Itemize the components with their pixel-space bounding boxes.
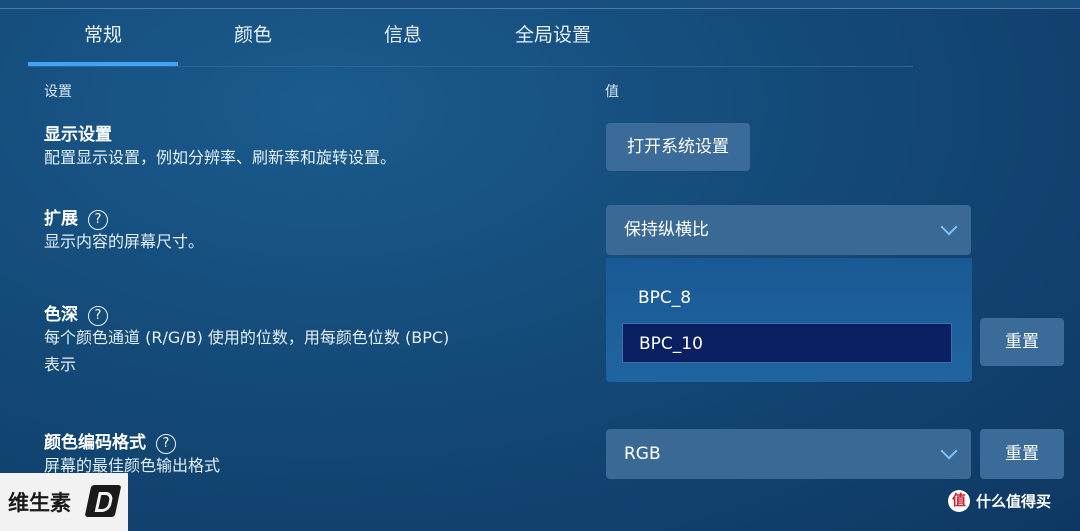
color-depth-title-row: 色深?: [44, 300, 108, 326]
tab-global-settings[interactable]: 全局设置: [478, 10, 628, 62]
brand-badge-icon: 值: [948, 490, 970, 512]
scaling-title: 扩展: [44, 209, 78, 229]
brand-logo-icon: [84, 485, 122, 517]
color-depth-reset-button[interactable]: 重置: [980, 318, 1064, 366]
scaling-title-row: 扩展?: [44, 204, 108, 230]
display-settings-description: 配置显示设置，例如分辨率、刷新率和旋转设置。: [44, 148, 397, 167]
help-icon[interactable]: ?: [88, 306, 108, 326]
chevron-down-icon: [940, 442, 958, 460]
help-icon[interactable]: ?: [88, 210, 108, 230]
open-system-settings-button[interactable]: 打开系统设置: [606, 123, 750, 171]
window-top-edge: [0, 0, 1080, 9]
color-depth-dropdown-list: BPC_8 BPC_10: [606, 258, 972, 382]
color-depth-description: 每个颜色通道 (R/G/B) 使用的位数，用每颜色位数 (BPC) 表示: [44, 324, 449, 378]
color-format-selected-value: RGB: [624, 444, 661, 464]
tab-general[interactable]: 常规: [28, 10, 178, 66]
dropdown-option-bpc10[interactable]: BPC_10: [622, 323, 952, 363]
tab-color[interactable]: 颜色: [178, 10, 328, 62]
column-header-value: 值: [605, 84, 619, 100]
scaling-description: 显示内容的屏幕尺寸。: [44, 232, 205, 251]
help-icon[interactable]: ?: [156, 434, 176, 454]
watermark-right-text: 什么值得买: [976, 492, 1052, 511]
watermark-left-text: 维生素: [8, 491, 71, 515]
color-depth-description-line1: 每个颜色通道 (R/G/B) 使用的位数，用每颜色位数 (BPC): [44, 328, 450, 347]
column-header-setting: 设置: [44, 84, 72, 100]
watermark-left: 维生素: [0, 473, 128, 531]
color-format-title-row: 颜色编码格式?: [44, 428, 176, 454]
display-settings-title: 显示设置: [44, 125, 112, 145]
chevron-down-icon: [940, 218, 958, 236]
watermark-right: 值什么值得买: [948, 490, 1051, 512]
tab-bar: 常规 颜色 信息 全局设置: [28, 10, 913, 67]
color-format-select[interactable]: RGB: [606, 429, 971, 479]
tab-info[interactable]: 信息: [328, 10, 478, 62]
color-format-title: 颜色编码格式: [44, 433, 146, 453]
scaling-select[interactable]: 保持纵横比: [606, 205, 971, 255]
scaling-selected-value: 保持纵横比: [624, 220, 709, 240]
dropdown-option-bpc8[interactable]: BPC_8: [638, 288, 691, 308]
color-depth-title: 色深: [44, 305, 78, 325]
color-depth-description-line2: 表示: [44, 355, 77, 374]
color-format-reset-button[interactable]: 重置: [980, 429, 1064, 479]
